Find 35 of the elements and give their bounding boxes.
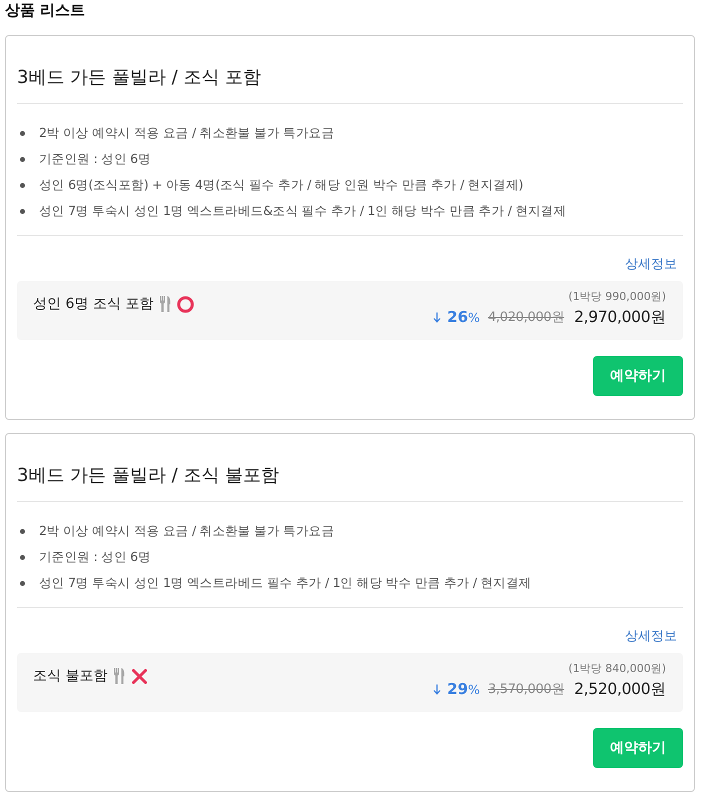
detail-link[interactable]: 상세정보: [625, 256, 677, 274]
arrow-down-icon: [433, 684, 442, 694]
note-text: 기준인원 : 성인 6명: [39, 548, 150, 566]
per-night-price: (1박당 840,000원): [568, 661, 666, 677]
fork-knife-icon: [160, 296, 172, 312]
sale-price: 2,520,000원: [574, 678, 666, 700]
page-title: 상품 리스트: [5, 0, 86, 20]
bullet-icon: [20, 130, 25, 136]
book-button[interactable]: 예약하기: [593, 356, 683, 396]
note-text: 성인 6명(조식포함) + 아동 4명(조식 필수 추가 / 해당 인원 박수 만큼 추가 / 현지결제): [39, 176, 524, 194]
bullet-icon: [20, 156, 25, 162]
sale-price: 2,970,000원: [574, 306, 666, 328]
per-night-price: (1박당 990,000원): [568, 289, 666, 305]
product-title: 3베드 가든 풀빌라 / 조식 포함: [17, 36, 683, 104]
discount-rate: 29%: [447, 680, 480, 698]
bullet-icon: [20, 208, 25, 214]
bullet-icon: [20, 580, 25, 586]
note-text: 기준인원 : 성인 6명: [39, 150, 150, 168]
note-text: 2박 이상 예약시 적용 요금 / 취소환불 불가 특가요금: [39, 124, 334, 142]
note-text: 성인 7명 투숙시 성인 1명 엑스트라베드 필수 추가 / 1인 해당 박수 만큼 추가 / 현지결제: [39, 574, 532, 592]
book-button[interactable]: 예약하기: [593, 728, 683, 768]
detail-link[interactable]: 상세정보: [625, 628, 677, 646]
fork-knife-icon: [114, 668, 126, 684]
bullet-icon: [20, 554, 25, 560]
bullet-icon: [20, 182, 25, 188]
arrow-down-icon: [433, 312, 442, 322]
original-price: 3,570,000원: [488, 681, 564, 698]
discount-rate: 26%: [447, 308, 480, 326]
note-text: 2박 이상 예약시 적용 요금 / 취소환불 불가 특가요금: [39, 522, 334, 540]
bullet-icon: [20, 528, 25, 534]
note-text: 성인 7명 투숙시 성인 1명 엑스트라베드&조식 필수 추가 / 1인 해당 박수 만큼 추가 / 현지결제: [39, 202, 566, 220]
original-price: 4,020,000원: [488, 309, 564, 326]
option-name: 성인 6명 조식 포함: [33, 295, 154, 314]
product-title: 3베드 가든 풀빌라 / 조식 불포함: [17, 434, 683, 502]
option-name: 조식 불포함: [33, 667, 108, 686]
